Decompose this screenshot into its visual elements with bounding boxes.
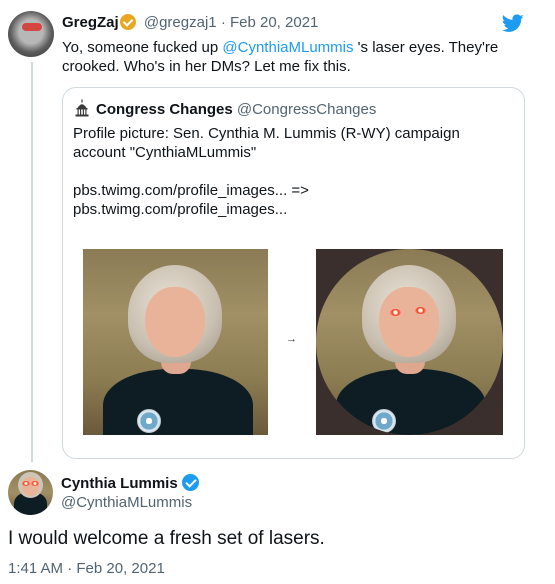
avatar-face	[22, 477, 39, 496]
author-handle[interactable]: @gregzaj1	[144, 14, 217, 31]
separator: ·	[67, 560, 73, 577]
quoted-tweet[interactable]: Congress Changes @CongressChanges Profil…	[62, 87, 525, 459]
quoted-tweet-text: Profile picture: Sen. Cynthia M. Lummis …	[73, 124, 513, 219]
tweet-time: 1:41 AM	[8, 560, 64, 577]
profile-photo-before[interactable]	[83, 249, 268, 435]
tweet-date[interactable]: Feb 20, 2021	[230, 14, 318, 31]
tweet-text-line: crooked. Who's in her DMs? Let me fix th…	[62, 58, 351, 75]
separator: ·	[220, 14, 226, 31]
capitol-dome-icon	[75, 99, 89, 117]
laser-eyes-icon	[22, 23, 42, 31]
quoted-author-name[interactable]: Congress Changes	[96, 101, 233, 118]
tweet-header: GregZaj @gregzaj1 · Feb 20, 2021	[62, 13, 318, 32]
portrait-sweater	[103, 369, 253, 435]
laser-eye-left-icon	[22, 481, 30, 486]
avatar[interactable]	[8, 11, 54, 57]
portrait-figure	[83, 249, 268, 435]
laser-eye-right-icon	[415, 307, 426, 314]
quoted-text-line: Profile picture: Sen. Cynthia M. Lummis …	[73, 125, 460, 142]
tweet-text: Yo, someone fucked up @CynthiaMLummis 's…	[62, 38, 542, 76]
author-name[interactable]: Cynthia Lummis	[61, 475, 178, 492]
arrow-right-icon: →	[286, 333, 297, 345]
circular-avatar-crop	[316, 249, 503, 435]
author-handle[interactable]: @CynthiaMLummis	[61, 493, 192, 512]
tweet-date: Feb 20, 2021	[76, 560, 165, 577]
quoted-author-handle[interactable]: @CongressChanges	[237, 101, 376, 118]
profile-photo-after[interactable]	[316, 249, 503, 435]
laser-eye-right-icon	[31, 481, 39, 486]
thread-connector	[31, 62, 33, 462]
quoted-tweet-header: Congress Changes @CongressChanges	[73, 99, 376, 119]
pendant-necklace	[137, 409, 161, 433]
laser-eye-left-icon	[390, 309, 401, 316]
avatar[interactable]	[8, 470, 53, 515]
quoted-link-line: pbs.twimg.com/profile_images...	[73, 201, 288, 218]
portrait-face	[145, 287, 205, 357]
portrait-sweater	[336, 369, 486, 435]
tweet-text-part: 's laser eyes. They're	[353, 39, 499, 56]
twitter-bird-icon[interactable]	[502, 14, 524, 33]
gold-check-icon	[119, 14, 136, 30]
quoted-text-line: account "CynthiaMLummis"	[73, 144, 257, 161]
portrait-face	[379, 287, 439, 357]
tweet-text-part: Yo, someone fucked up	[62, 39, 223, 56]
tweet-greg[interactable]: GregZaj @gregzaj1 · Feb 20, 2021 Yo, som…	[0, 0, 555, 462]
quoted-link-line: pbs.twimg.com/profile_images... =>	[73, 182, 309, 199]
author-name-row: Cynthia Lummis	[61, 474, 199, 493]
tweet-text: I would welcome a fresh set of lasers.	[8, 528, 325, 549]
verified-badge-icon	[181, 474, 199, 491]
pendant-necklace	[372, 409, 396, 433]
mention-link[interactable]: @CynthiaMLummis	[222, 39, 353, 56]
tweet-timestamp[interactable]: 1:41 AM · Feb 20, 2021	[8, 559, 165, 578]
author-name[interactable]: GregZaj	[62, 14, 119, 31]
